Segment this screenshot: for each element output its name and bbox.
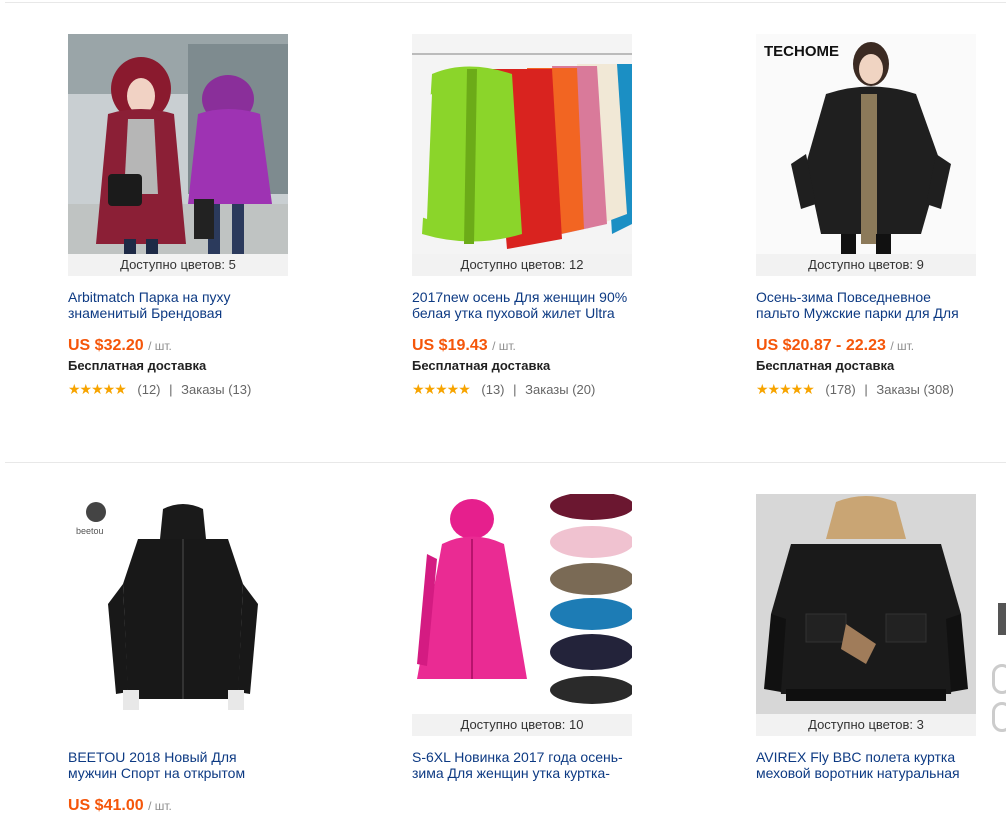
side-panel-icon[interactable] [992,702,1006,732]
product-price: US $20.87 - 22.23 [756,337,886,354]
brand-logo: beetou [76,526,104,536]
side-panel-icon[interactable] [992,664,1006,694]
available-colors: Доступно цветов: 10 [412,714,632,736]
rating-row: ★★★★★ (178) | Заказы (308) [756,381,976,397]
separator: | [169,382,173,397]
separator: | [513,382,517,397]
order-count[interactable]: Заказы (13) [181,382,251,397]
product-image[interactable] [756,494,976,714]
review-count[interactable]: (178) [825,382,855,397]
product-title[interactable]: Arbitmatch Парка на пуху знаменитый Брен… [68,289,288,323]
product-card[interactable]: TECHOME Доступно цветов: 9 Осень-зима По… [756,34,976,397]
price-unit: / шт. [492,339,516,353]
rating-stars-icon: ★★★★★ [68,381,127,397]
review-count[interactable]: (12) [137,382,160,397]
product-card[interactable]: Доступно цветов: 12 2017new осень Для же… [412,34,632,397]
product-title[interactable]: AVIREX Fly BBC полета куртка меховой вор… [756,749,976,783]
product-card[interactable]: Доступно цветов: 5 Arbitmatch Парка на п… [68,34,288,397]
price-row: US $20.87 - 22.23 / шт. [756,336,976,356]
product-image[interactable] [412,494,632,714]
product-image[interactable]: TECHOME [756,34,976,254]
rating-row: ★★★★★ (13) | Заказы (20) [412,381,632,397]
brand-logo: TECHOME [764,43,839,60]
top-divider [5,2,1006,3]
order-count[interactable]: Заказы (308) [876,382,953,397]
product-title[interactable]: BEETOU 2018 Новый Для мужчин Спорт на от… [68,749,288,783]
available-colors: Доступно цветов: 5 [68,254,288,276]
free-shipping: Бесплатная доставка [412,358,551,373]
rating-stars-icon: ★★★★★ [412,381,471,397]
product-title[interactable]: S-6XL Новинка 2017 года осень-зима Для ж… [412,749,632,783]
order-count[interactable]: Заказы (20) [525,382,595,397]
price-row: US $32.20 / шт. [68,336,288,356]
product-price: US $41.00 [68,797,144,814]
product-image[interactable] [412,34,632,254]
rating-stars-icon: ★★★★★ [756,381,815,397]
product-card[interactable]: Доступно цветов: 10 S-6XL Новинка 2017 г… [412,494,632,783]
product-card[interactable]: Доступно цветов: 3 AVIREX Fly BBC полета… [756,494,976,783]
price-unit: / шт. [148,799,172,813]
review-count[interactable]: (13) [481,382,504,397]
product-price: US $19.43 [412,337,488,354]
product-card[interactable]: beetou BEETOU 2018 Новый Для мужчин Спор… [68,494,288,816]
free-shipping: Бесплатная доставка [756,358,895,373]
product-title[interactable]: Осень-зима Повседневное пальто Мужские п… [756,289,976,323]
price-unit: / шт. [890,339,915,353]
price-unit: / шт. [148,339,172,353]
separator: | [864,382,868,397]
brand-logo-icon [86,502,106,522]
rating-row: ★★★★★ (12) | Заказы (13) [68,381,288,397]
available-colors: Доступно цветов: 3 [756,714,976,736]
side-panel-tab[interactable] [998,603,1006,635]
free-shipping: Бесплатная доставка [68,358,207,373]
available-colors: Доступно цветов: 12 [412,254,632,276]
available-colors: Доступно цветов: 9 [756,254,976,276]
price-row: US $19.43 / шт. [412,336,632,356]
row-divider [5,462,1006,463]
product-image[interactable] [68,34,288,254]
product-image[interactable]: beetou [68,494,288,714]
product-price: US $32.20 [68,337,144,354]
price-row: US $41.00 / шт. [68,796,288,816]
product-title[interactable]: 2017new осень Для женщин 90% белая утка … [412,289,632,323]
